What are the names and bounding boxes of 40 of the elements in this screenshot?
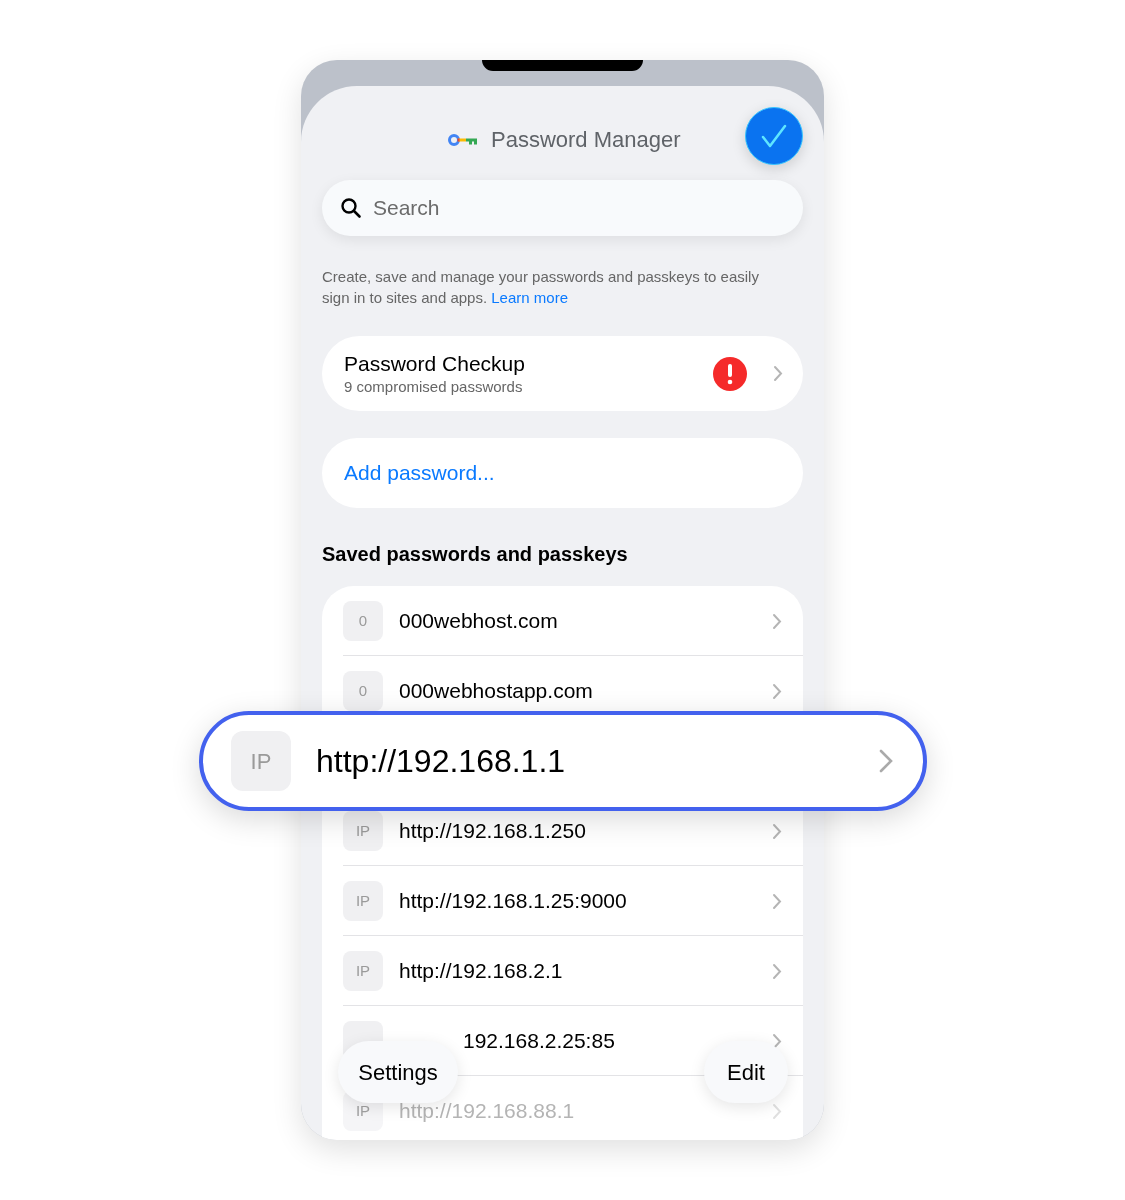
add-password-button[interactable]: Add password... bbox=[322, 438, 803, 508]
site-name: http://192.168.1.25:9000 bbox=[399, 888, 627, 915]
chevron-icon bbox=[772, 682, 782, 700]
settings-button[interactable]: Settings bbox=[338, 1041, 458, 1103]
site-name: http://192.168.1.250 bbox=[399, 818, 586, 845]
chevron-icon bbox=[772, 822, 782, 840]
site-badge: IP bbox=[343, 811, 383, 851]
password-checkup-card[interactable]: Password Checkup 9 compromised passwords bbox=[322, 336, 803, 411]
checkmark-icon bbox=[761, 124, 787, 148]
chevron-icon bbox=[772, 892, 782, 910]
done-button[interactable] bbox=[745, 107, 803, 165]
site-name: http://192.168.2.1 bbox=[399, 958, 563, 985]
site-badge: IP bbox=[231, 731, 291, 791]
chevron-icon bbox=[772, 1102, 782, 1120]
search-icon bbox=[340, 197, 362, 219]
chevron-icon bbox=[879, 749, 893, 773]
site-badge: IP bbox=[343, 951, 383, 991]
section-heading: Saved passwords and passkeys bbox=[322, 542, 629, 566]
site-name: 000webhostapp.com bbox=[399, 678, 593, 705]
site-badge: 0 bbox=[343, 671, 383, 711]
checkup-title: Password Checkup bbox=[344, 351, 526, 377]
app-title: Password Manager bbox=[491, 126, 681, 154]
site-badge: 0 bbox=[343, 601, 383, 641]
site-name: 000webhost.com bbox=[399, 608, 558, 635]
site-badge: IP bbox=[343, 881, 383, 921]
key-logo-icon bbox=[448, 132, 478, 147]
password-entry[interactable]: 0 000webhost.com bbox=[322, 586, 803, 656]
search-field[interactable]: Search bbox=[322, 180, 803, 236]
chevron-icon bbox=[773, 365, 783, 382]
checkup-subtitle: 9 compromised passwords bbox=[344, 377, 524, 396]
chevron-icon bbox=[772, 962, 782, 980]
description-text: Create, save and manage your passwords and passkeys to easily sign in to sites and apps. Learn more bbox=[322, 267, 760, 308]
magnified-entry-popup[interactable]: IP http://192.168.1.1 bbox=[199, 711, 927, 811]
password-entry[interactable]: IP http://192.168.1.25:9000 bbox=[322, 866, 803, 936]
chevron-icon bbox=[772, 1032, 782, 1050]
learn-more-link[interactable]: Learn more bbox=[491, 289, 568, 306]
password-entry[interactable]: IP http://192.168.2.1 bbox=[322, 936, 803, 1006]
site-name: http://192.168.1.1 bbox=[316, 742, 567, 781]
chevron-icon bbox=[772, 612, 782, 630]
site-name: 192.168.2.25:85 bbox=[462, 1028, 615, 1055]
